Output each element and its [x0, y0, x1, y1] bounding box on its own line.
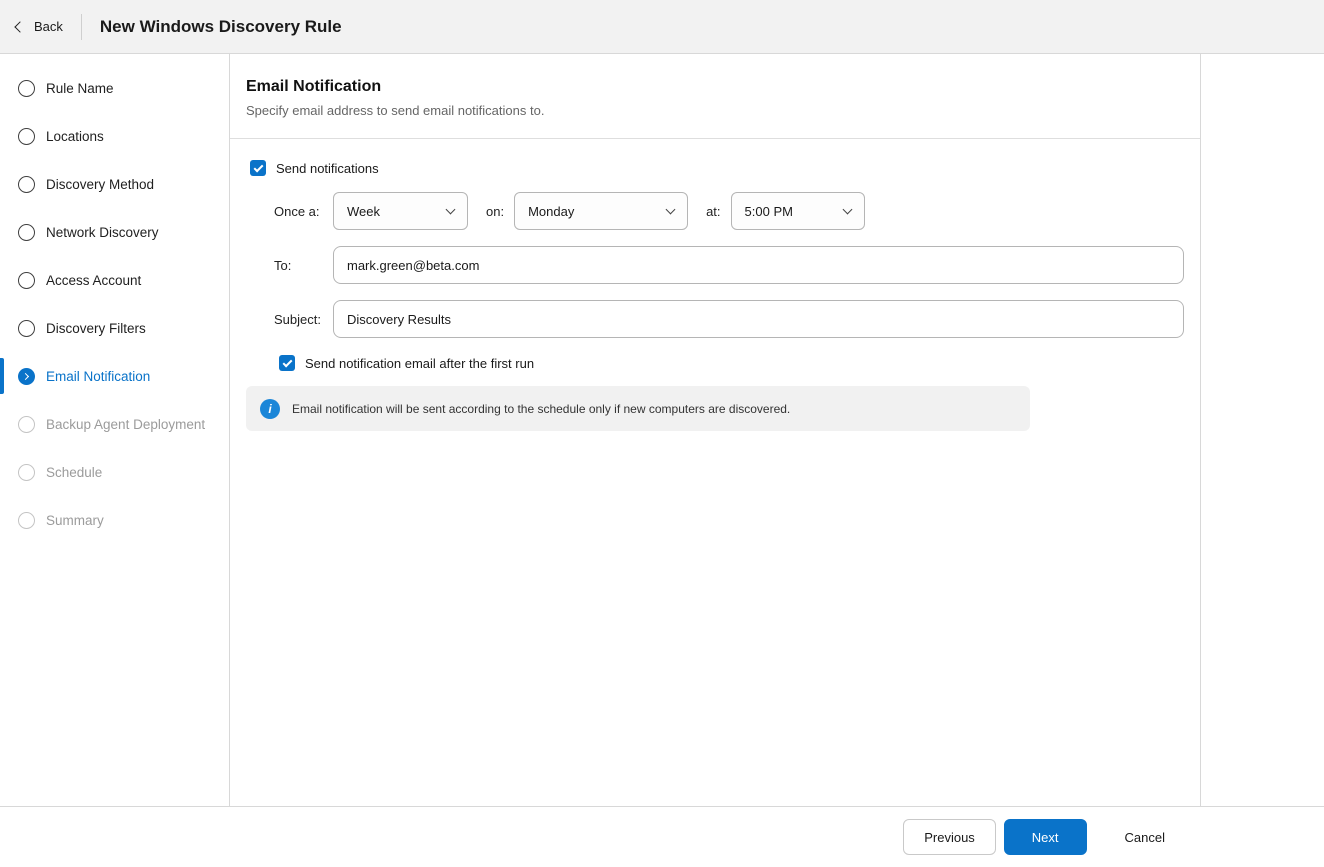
main-content: Email Notification Specify email address…	[230, 54, 1324, 806]
email-notification-form: Send notifications Once a: Week on: Mond…	[246, 139, 1184, 431]
section-subheading: Specify email address to send email noti…	[246, 103, 1184, 118]
step-label: Rule Name	[46, 81, 114, 96]
subject-label: Subject:	[274, 312, 333, 327]
section-heading: Email Notification	[246, 78, 1184, 96]
chevron-down-icon	[666, 204, 676, 214]
step-circle-icon	[18, 224, 35, 241]
step-summary: Summary	[0, 496, 229, 544]
top-bar: Back New Windows Discovery Rule	[0, 0, 1324, 54]
info-icon: i	[260, 399, 280, 419]
chevron-left-icon	[14, 21, 25, 32]
step-label: Discovery Filters	[46, 321, 146, 336]
step-schedule: Schedule	[0, 448, 229, 496]
day-dropdown[interactable]: Monday	[514, 192, 688, 230]
time-value: 5:00 PM	[745, 204, 793, 219]
step-circle-icon	[18, 464, 35, 481]
subject-row: Subject:	[274, 300, 1184, 338]
chevron-down-icon	[842, 204, 852, 214]
chevron-down-icon	[446, 204, 456, 214]
at-label: at:	[706, 204, 720, 219]
day-value: Monday	[528, 204, 574, 219]
active-step-icon	[18, 368, 35, 385]
back-button-label: Back	[34, 19, 63, 34]
step-circle-icon	[18, 512, 35, 529]
step-label: Backup Agent Deployment	[46, 417, 205, 432]
subject-input[interactable]	[333, 300, 1184, 338]
page-title: New Windows Discovery Rule	[100, 17, 342, 37]
step-label: Schedule	[46, 465, 102, 480]
first-run-label: Send notification email after the first …	[305, 356, 534, 371]
cancel-button[interactable]: Cancel	[1105, 819, 1185, 855]
step-circle-icon	[18, 176, 35, 193]
back-button[interactable]: Back	[16, 19, 63, 34]
to-row: To:	[274, 246, 1184, 284]
step-discovery-filters[interactable]: Discovery Filters	[0, 304, 229, 352]
step-circle-icon	[18, 272, 35, 289]
step-label: Email Notification	[46, 369, 150, 384]
step-circle-icon	[18, 128, 35, 145]
previous-button[interactable]: Previous	[903, 819, 996, 855]
step-circle-icon	[18, 416, 35, 433]
step-discovery-method[interactable]: Discovery Method	[0, 160, 229, 208]
next-button[interactable]: Next	[1004, 819, 1087, 855]
step-backup-agent-deployment: Backup Agent Deployment	[0, 400, 229, 448]
step-circle-icon	[18, 320, 35, 337]
wizard-steps-sidebar: Rule Name Locations Discovery Method Net…	[0, 54, 230, 806]
step-access-account[interactable]: Access Account	[0, 256, 229, 304]
checkmark-icon	[282, 357, 292, 367]
wizard-footer: Previous Next Cancel	[0, 806, 1324, 867]
step-label: Discovery Method	[46, 177, 154, 192]
first-run-checkbox[interactable]	[279, 355, 295, 371]
on-label: on:	[486, 204, 504, 219]
first-run-row: Send notification email after the first …	[279, 355, 1184, 371]
info-banner: i Email notification will be sent accord…	[246, 386, 1030, 431]
frequency-value: Week	[347, 204, 380, 219]
send-notifications-label: Send notifications	[276, 161, 379, 176]
to-label: To:	[274, 258, 333, 273]
info-banner-text: Email notification will be sent accordin…	[292, 402, 790, 416]
topbar-divider	[81, 14, 82, 40]
active-step-indicator	[0, 358, 4, 394]
step-label: Network Discovery	[46, 225, 159, 240]
schedule-row: Once a: Week on: Monday at: 5:00 PM	[274, 192, 1184, 230]
checkmark-icon	[253, 162, 263, 172]
send-notifications-checkbox[interactable]	[250, 160, 266, 176]
time-dropdown[interactable]: 5:00 PM	[731, 192, 865, 230]
step-email-notification[interactable]: Email Notification	[0, 352, 229, 400]
once-a-label: Once a:	[274, 204, 333, 219]
to-input[interactable]	[333, 246, 1184, 284]
step-label: Locations	[46, 129, 104, 144]
chevron-right-icon	[22, 372, 29, 379]
email-notification-panel: Email Notification Specify email address…	[230, 54, 1201, 806]
frequency-dropdown[interactable]: Week	[333, 192, 468, 230]
step-circle-icon	[18, 80, 35, 97]
step-locations[interactable]: Locations	[0, 112, 229, 160]
step-label: Access Account	[46, 273, 141, 288]
step-network-discovery[interactable]: Network Discovery	[0, 208, 229, 256]
step-label: Summary	[46, 513, 104, 528]
send-notifications-row: Send notifications	[250, 160, 1184, 176]
step-rule-name[interactable]: Rule Name	[0, 64, 229, 112]
